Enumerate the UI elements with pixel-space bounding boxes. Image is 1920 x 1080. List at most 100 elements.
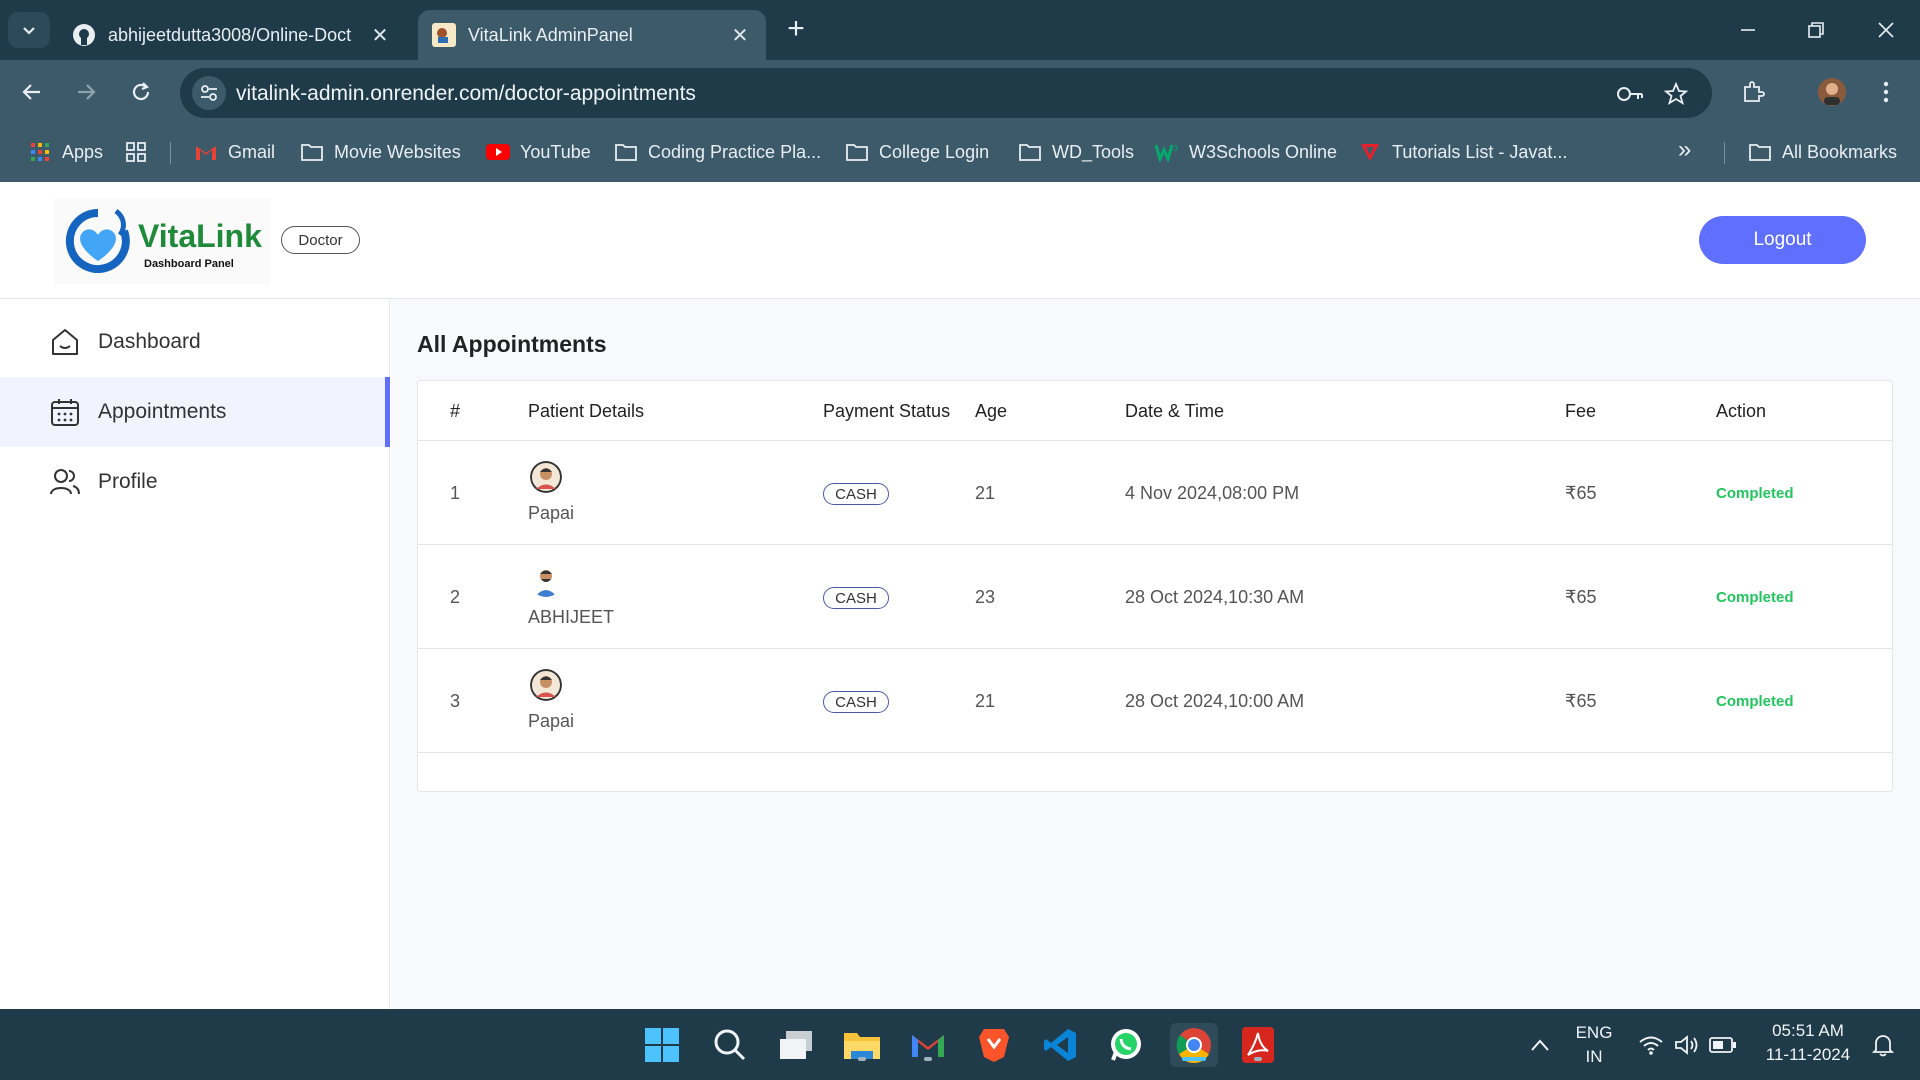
bookmark-youtube[interactable]: YouTube [486,140,591,164]
bookmark-label: College Login [879,141,990,162]
reload-button[interactable] [123,74,159,110]
gmail-icon [912,1035,944,1057]
file-explorer-button[interactable] [840,1023,884,1067]
active-indicator [1182,1057,1206,1061]
forward-button[interactable] [68,74,104,110]
patient-name: Papai [528,503,575,523]
folder-icon [845,140,869,164]
bookmark-wd-tools[interactable]: WD_Tools [1018,140,1134,164]
vscode-button[interactable] [1038,1023,1082,1067]
payment-status-badge: CASH [823,483,889,505]
patient-name: Papai [528,711,575,731]
extensions-button[interactable] [1735,74,1771,110]
profile-avatar[interactable] [1814,74,1850,110]
whatsapp-button[interactable] [1104,1023,1148,1067]
bookmark-label: Apps [62,141,104,162]
bookmark-label: Gmail [228,141,276,162]
app-header: VitaLink Dashboard Panel Doctor Logout [0,182,1920,299]
column-header-age: Age [975,401,1008,421]
appointment-fee: ₹65 [1565,691,1597,711]
bookmark-apps[interactable]: Apps [28,140,103,164]
bookmark-star-icon[interactable] [1662,80,1690,108]
acrobat-button[interactable] [1236,1023,1280,1067]
language-indicator[interactable]: ENG IN [1568,1023,1620,1067]
logout-button[interactable]: Logout [1699,216,1866,264]
address-bar[interactable]: vitalink-admin.onrender.com/doctor-appoi… [180,68,1712,118]
sidebar-item-label: Profile [98,470,158,493]
new-tab-button[interactable]: + [778,12,814,48]
volume-status[interactable] [1670,1023,1704,1067]
appointment-datetime: 28 Oct 2024,10:00 AM [1125,691,1305,711]
close-window-button[interactable] [1852,0,1920,60]
payment-status-badge: CASH [823,691,889,713]
table-header: # Patient Details Payment Status Age Dat… [418,381,1892,441]
password-key-icon[interactable] [1616,80,1644,108]
sidebar-item-label: Appointments [98,400,227,423]
close-tab-icon[interactable]: ✕ [368,23,392,48]
patient-avatar [530,565,562,597]
bookmark-gmail[interactable]: Gmail [194,140,275,164]
task-view-button[interactable] [774,1023,818,1067]
minimize-button[interactable] [1714,0,1782,60]
chrome-button[interactable] [1170,1023,1218,1067]
bookmark-label: Coding Practice Pla... [648,141,822,162]
bookmark-movie-websites[interactable]: Movie Websites [300,140,461,164]
youtube-icon [486,140,510,164]
site-settings-icon[interactable] [192,76,226,110]
table-row[interactable]: 2 ABHIJEET CASH 23 28 Oct 2024,10:30 AM … [418,545,1892,649]
back-button[interactable] [14,74,50,110]
patient-avatar-icon [530,669,562,701]
notifications-button[interactable] [1866,1023,1900,1067]
restore-button[interactable] [1782,0,1850,60]
close-tab-icon[interactable]: ✕ [728,23,752,48]
windows-logo-icon [645,1028,679,1062]
close-icon [1878,22,1894,38]
taskbar-search-button[interactable] [708,1023,752,1067]
table-row[interactable]: 3 Papai CASH 21 28 Oct 2024,10:00 AM ₹65… [418,649,1892,753]
tab-groups-button[interactable] [124,140,158,164]
bookmark-w3schools[interactable]: 3 W3Schools Online [1155,140,1337,164]
tab-github[interactable]: abhijeetdutta3008/Online-Doct ✕ [58,10,406,60]
whatsapp-icon [1111,1029,1141,1061]
bookmark-divider [1724,142,1725,164]
running-indicator [858,1057,866,1061]
sidebar-item-appointments[interactable]: Appointments [0,377,390,447]
wifi-status[interactable] [1634,1023,1668,1067]
folder-icon [614,140,638,164]
table-row[interactable]: 1 Papai CASH 21 4 Nov 2024,08:00 PM ₹65 … [418,441,1892,545]
running-indicator [924,1057,932,1061]
search-icon [714,1029,746,1061]
patient-avatar [530,461,562,493]
grid-icon [124,140,148,164]
bookmark-college-login[interactable]: College Login [845,140,989,164]
clock[interactable]: 05:51 AM 11-11-2024 [1754,1021,1862,1065]
bookmark-coding-practice[interactable]: Coding Practice Pla... [614,140,821,164]
start-button[interactable] [640,1023,684,1067]
chevron-down-icon [23,27,35,35]
brand-subtitle: Dashboard Panel [144,258,234,270]
calendar-icon [48,395,82,429]
profile-avatar-icon [1818,78,1846,106]
wifi-icon [1639,1036,1663,1055]
column-header-datetime: Date & Time [1125,401,1225,421]
bookmark-javatpoint[interactable]: Tutorials List - Javat... [1358,140,1567,164]
restore-icon [1808,22,1824,38]
battery-status[interactable] [1706,1023,1740,1067]
vitalink-logo[interactable]: VitaLink Dashboard Panel [54,198,270,284]
status-completed: Completed [1716,589,1794,606]
sidebar-item-profile[interactable]: Profile [0,447,390,517]
all-bookmarks[interactable]: All Bookmarks [1748,140,1897,164]
gmail-app-button[interactable] [906,1023,950,1067]
minimize-icon [1741,29,1755,31]
main-content: All Appointments # Patient Details Payme… [391,299,1920,1009]
tab-vitalink[interactable]: VitaLink AdminPanel ✕ [418,10,766,60]
patient-name: ABHIJEET [528,607,615,627]
tab-search-button[interactable] [8,12,50,48]
bookmarks-overflow-button[interactable]: » [1678,136,1691,164]
brave-browser-button[interactable] [972,1023,1016,1067]
sidebar-item-label: Dashboard [98,330,201,353]
url-text[interactable]: vitalink-admin.onrender.com/doctor-appoi… [236,82,696,106]
browser-menu-button[interactable] [1868,74,1904,110]
sidebar-item-dashboard[interactable]: Dashboard [0,307,390,377]
show-hidden-icons-button[interactable] [1518,1023,1562,1067]
